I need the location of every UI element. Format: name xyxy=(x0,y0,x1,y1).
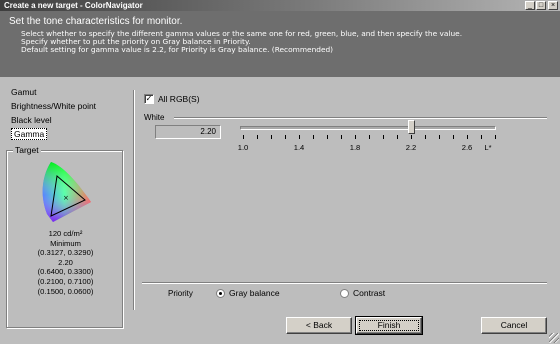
slider-tick xyxy=(355,135,356,139)
priority-label: Priority xyxy=(168,289,193,298)
slider-tick xyxy=(481,135,482,139)
slider-tick xyxy=(411,135,412,139)
step-navigation: Gamut Brightness/White point Black level… xyxy=(8,85,128,141)
target-summary-group: Target × 120 cd/m² Minimum (0.3127, 0.32… xyxy=(6,145,124,328)
instruction-line: Default setting for gamma value is 2.2, … xyxy=(21,45,334,55)
svg-text:×: × xyxy=(63,194,69,202)
cancel-button[interactable]: Cancel xyxy=(481,317,547,334)
priority-divider xyxy=(142,282,547,284)
target-green-primary: (0.2100, 0.7100) xyxy=(37,276,94,286)
gamma-slider-ticks xyxy=(243,135,496,140)
target-white-point: (0.3127, 0.3290) xyxy=(37,248,94,258)
nav-item-brightness-white-point[interactable]: Brightness/White point xyxy=(8,99,128,113)
slider-tick xyxy=(285,135,286,139)
target-blue-primary: (0.1500, 0.0600) xyxy=(37,286,94,296)
finish-button-label: Finish xyxy=(359,320,419,331)
all-rgb-checkbox[interactable]: ✓ All RGB(S) xyxy=(144,94,200,104)
slider-tick-label: 2.2 xyxy=(405,143,417,152)
slider-tick xyxy=(313,135,314,139)
radio-contrast-label: Contrast xyxy=(353,288,386,298)
all-rgb-label: All RGB(S) xyxy=(158,94,200,104)
radio-gray-balance[interactable]: Gray balance xyxy=(216,288,280,298)
slider-tick xyxy=(467,135,468,139)
slider-tick xyxy=(243,135,244,139)
finish-button[interactable]: Finish xyxy=(355,316,423,335)
target-gamma: 2.20 xyxy=(58,257,73,267)
slider-tick-label: L* xyxy=(484,143,492,152)
slider-tick xyxy=(341,135,342,139)
chromaticity-diagram: × xyxy=(37,156,97,228)
radio-contrast[interactable]: Contrast xyxy=(340,288,385,298)
target-group-title: Target xyxy=(13,145,41,155)
nav-item-black-level[interactable]: Black level xyxy=(8,113,128,127)
target-red-primary: (0.6400, 0.3300) xyxy=(37,267,94,277)
channel-label: White xyxy=(144,113,165,122)
close-button[interactable]: × xyxy=(548,1,558,10)
slider-tick-label: 1.4 xyxy=(293,143,305,152)
gamma-value-field[interactable]: 2.20 xyxy=(155,125,221,139)
nav-item-gamut[interactable]: Gamut xyxy=(8,85,128,99)
target-values: 120 cd/m² Minimum (0.3127, 0.3290) 2.20 … xyxy=(7,229,124,296)
slider-tick xyxy=(369,135,370,139)
radio-unselected-icon[interactable] xyxy=(340,288,349,298)
slider-tick-label: 2.6 xyxy=(461,143,473,152)
gamma-slider-track[interactable] xyxy=(240,126,496,130)
gamma-slider-thumb[interactable] xyxy=(408,120,415,134)
window-title-bar[interactable]: Create a new target - ColorNavigator xyxy=(0,0,560,11)
target-luminance: 120 cd/m² xyxy=(48,229,83,238)
checkmark-icon[interactable]: ✓ xyxy=(144,94,154,104)
back-button[interactable]: < Back xyxy=(286,317,352,334)
maximize-button[interactable]: □ xyxy=(536,1,546,10)
slider-tick xyxy=(257,135,258,139)
slider-tick xyxy=(299,135,300,139)
instruction-header: Set the tone characteristics for monitor… xyxy=(0,11,560,77)
slider-tick xyxy=(439,135,440,139)
instruction-text: Select whether to specify the different … xyxy=(21,29,462,55)
target-black-level: Minimum xyxy=(50,238,81,248)
slider-tick xyxy=(383,135,384,139)
window-title: Create a new target - ColorNavigator xyxy=(4,1,143,10)
nav-item-gamma[interactable]: Gamma xyxy=(8,127,128,141)
slider-tick xyxy=(327,135,328,139)
panel-divider xyxy=(133,90,135,310)
slider-tick-label: 1.8 xyxy=(349,143,361,152)
slider-tick xyxy=(495,135,496,139)
channel-divider xyxy=(174,117,547,119)
slider-tick xyxy=(397,135,398,139)
radio-selected-icon[interactable] xyxy=(216,288,225,298)
slider-tick xyxy=(271,135,272,139)
slider-tick-label: 1.0 xyxy=(237,143,249,152)
slider-tick xyxy=(425,135,426,139)
slider-tick xyxy=(453,135,454,139)
page-heading: Set the tone characteristics for monitor… xyxy=(9,16,183,27)
resize-grip-icon[interactable] xyxy=(549,333,559,343)
radio-gray-balance-label: Gray balance xyxy=(229,288,280,298)
minimize-button[interactable]: _ xyxy=(525,1,535,10)
